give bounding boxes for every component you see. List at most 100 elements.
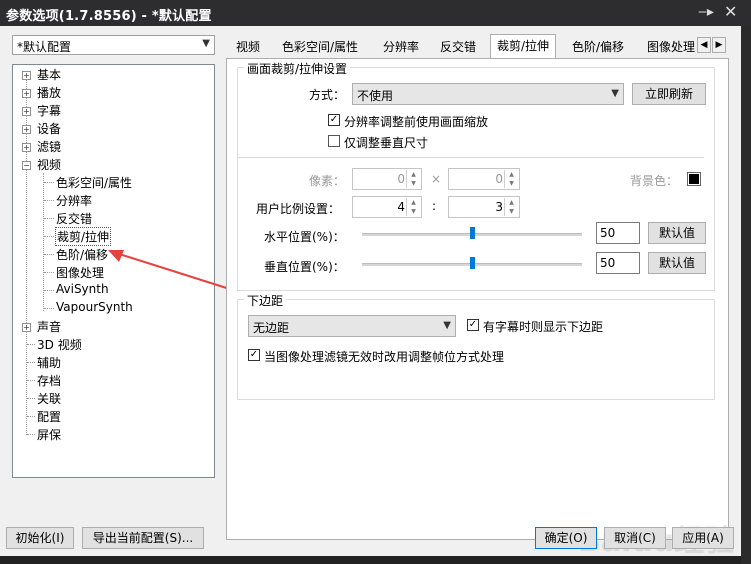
vertical-position-input[interactable]: 50	[596, 252, 640, 274]
vertical-position-label: 垂直位置(%)：	[264, 260, 345, 274]
ratio-separator: :	[432, 199, 437, 213]
window-title: 参数选项(1.7.8556) - *默认配置	[6, 9, 212, 24]
tab-resolution[interactable]: 分辨率	[377, 36, 425, 58]
tree-line	[27, 362, 35, 363]
close-icon[interactable]: ✕	[724, 2, 737, 21]
spin-arrows-icon[interactable]: ▲ ▼	[406, 198, 420, 216]
tree-line	[27, 398, 35, 399]
tree-item-playback[interactable]: 播放	[37, 84, 61, 101]
chevron-down-icon: ▼	[611, 88, 619, 99]
expand-icon[interactable]: +	[22, 323, 31, 332]
tree-item-association[interactable]: 关联	[37, 390, 61, 407]
tab-levels-offset[interactable]: 色阶/偏移	[566, 36, 630, 58]
pixel-label: 像素：	[309, 174, 346, 188]
tree-line	[44, 308, 54, 309]
tree-item-resolution[interactable]: 分辨率	[56, 192, 92, 209]
spin-arrows-icon[interactable]: ▲ ▼	[504, 170, 518, 188]
pixel-times-label: ×	[431, 172, 442, 186]
bottom-margin-group: 下边距 无边距 ▼ ✓ 有字幕时则显示下边距 ✓ 当图像处理滤镜无效时改用调整帧…	[237, 292, 715, 400]
tree-line	[44, 218, 54, 219]
refresh-now-button[interactable]: 立即刷新	[632, 83, 706, 105]
background-color-swatch[interactable]	[687, 172, 701, 186]
profile-select-value: *默认配置	[17, 40, 72, 54]
profile-select[interactable]: *默认配置 ▼	[12, 35, 215, 55]
tree-item-config[interactable]: 配置	[37, 408, 61, 425]
tree-item-basic[interactable]: 基本	[37, 66, 61, 83]
horizontal-position-slider[interactable]	[362, 223, 582, 245]
cancel-button[interactable]: 取消(C)	[604, 527, 666, 549]
tab-panel-crop-stretch: 画面裁剪/拉伸设置 方式： 不使用 ▼ 立即刷新 ✓ 分辨率调整前使用画面缩放 …	[226, 58, 729, 540]
tree-item-archive[interactable]: 存档	[37, 372, 61, 389]
tree-item-video[interactable]: 视频	[37, 156, 61, 173]
pixel-width-value: 0	[397, 172, 405, 186]
tree-line	[44, 290, 54, 291]
horizontal-default-button[interactable]: 默认值	[648, 222, 706, 244]
vertical-position-slider[interactable]	[362, 253, 582, 275]
spin-arrows-icon[interactable]: ▲ ▼	[504, 198, 518, 216]
mode-select-value: 不使用	[357, 89, 394, 103]
tree-item-devices[interactable]: 设备	[37, 120, 61, 137]
tree-item-screensaver[interactable]: 屏保	[37, 426, 61, 443]
group-legend: 下边距	[244, 292, 287, 309]
checkbox-subtitle-margin-label: 有字幕时则显示下边距	[483, 320, 604, 334]
annotation-arrow-icon	[108, 250, 237, 292]
tab-scroll-right-icon[interactable]: ▶	[712, 37, 726, 53]
pixel-height-spinner[interactable]: 0 ▲ ▼	[448, 168, 520, 190]
checkbox-frame-adjust-label: 当图像处理滤镜无效时改用调整帧位方式处理	[264, 350, 505, 364]
bottom-margin-select-value: 无边距	[253, 321, 290, 335]
tab-deinterlace[interactable]: 反交错	[434, 36, 482, 58]
separator	[238, 157, 704, 158]
slider-thumb[interactable]	[470, 227, 475, 239]
expand-icon[interactable]: +	[22, 143, 31, 152]
checkbox-subtitle-margin[interactable]: ✓	[467, 319, 479, 331]
tree-item-subtitles[interactable]: 字幕	[37, 102, 61, 119]
slider-thumb[interactable]	[470, 257, 475, 269]
expand-icon[interactable]: +	[22, 71, 31, 80]
tree-line	[44, 200, 54, 201]
mode-select[interactable]: 不使用 ▼	[352, 83, 624, 105]
ok-button[interactable]: 确定(O)	[535, 527, 597, 549]
tree-item-vapoursynth[interactable]: VapourSynth	[56, 300, 133, 314]
expand-icon[interactable]: +	[22, 107, 31, 116]
checkbox-prescale[interactable]: ✓	[328, 114, 340, 126]
tree-item-audio[interactable]: 声音	[37, 318, 61, 335]
checkbox-frame-adjust[interactable]: ✓	[248, 349, 260, 361]
expand-icon[interactable]: +	[22, 89, 31, 98]
checkbox-prescale-label: 分辨率调整前使用画面缩放	[344, 115, 489, 129]
tree-item-colorspace[interactable]: 色彩空间/属性	[56, 174, 132, 191]
chevron-down-icon: ▼	[202, 38, 210, 49]
user-ratio-label: 用户比例设置：	[256, 202, 341, 216]
bottom-margin-select[interactable]: 无边距 ▼	[248, 315, 456, 337]
tree-item-deinterlace[interactable]: 反交错	[56, 210, 92, 227]
apply-button[interactable]: 应用(A)	[672, 527, 734, 549]
tab-image-processing[interactable]: 图像处理	[641, 36, 701, 58]
ratio-height-value: 3	[495, 200, 503, 214]
ratio-width-spinner[interactable]: 4 ▲ ▼	[352, 196, 422, 218]
tab-crop-stretch[interactable]: 裁剪/拉伸	[490, 34, 557, 59]
pixel-width-spinner[interactable]: 0 ▲ ▼	[352, 168, 422, 190]
spin-arrows-icon[interactable]: ▲ ▼	[406, 170, 420, 188]
checkbox-vertical-only-label: 仅调整垂直尺寸	[344, 136, 429, 150]
tree-item-3d-video[interactable]: 3D 视频	[37, 336, 82, 353]
export-config-button[interactable]: 导出当前配置(S)...	[82, 527, 204, 549]
pin-icon[interactable]: ‒▸	[698, 4, 714, 20]
initialize-button[interactable]: 初始化(I)	[6, 527, 74, 549]
expand-icon[interactable]: +	[22, 125, 31, 134]
collapse-icon[interactable]: −	[22, 161, 31, 170]
title-bar: 参数选项(1.7.8556) - *默认配置 ‒▸ ✕	[0, 0, 751, 26]
tab-video[interactable]: 视频	[230, 36, 266, 58]
tab-colorspace[interactable]: 色彩空间/属性	[276, 36, 364, 58]
tree-item-filters[interactable]: 滤镜	[37, 138, 61, 155]
tree-item-assist[interactable]: 辅助	[37, 354, 61, 371]
ratio-height-spinner[interactable]: 3 ▲ ▼	[448, 196, 520, 218]
tab-scroll-left-icon[interactable]: ◀	[697, 37, 711, 53]
tree-item-image-processing[interactable]: 图像处理	[56, 264, 104, 281]
checkbox-vertical-only[interactable]	[328, 135, 340, 147]
chevron-down-icon: ▼	[443, 320, 451, 331]
tree-line	[44, 236, 54, 237]
group-legend: 画面裁剪/拉伸设置	[244, 60, 351, 77]
horizontal-position-input[interactable]: 50	[596, 222, 640, 244]
vertical-default-button[interactable]: 默认值	[648, 252, 706, 274]
background-strip	[741, 26, 751, 564]
background-color-label: 背景色：	[630, 174, 679, 188]
